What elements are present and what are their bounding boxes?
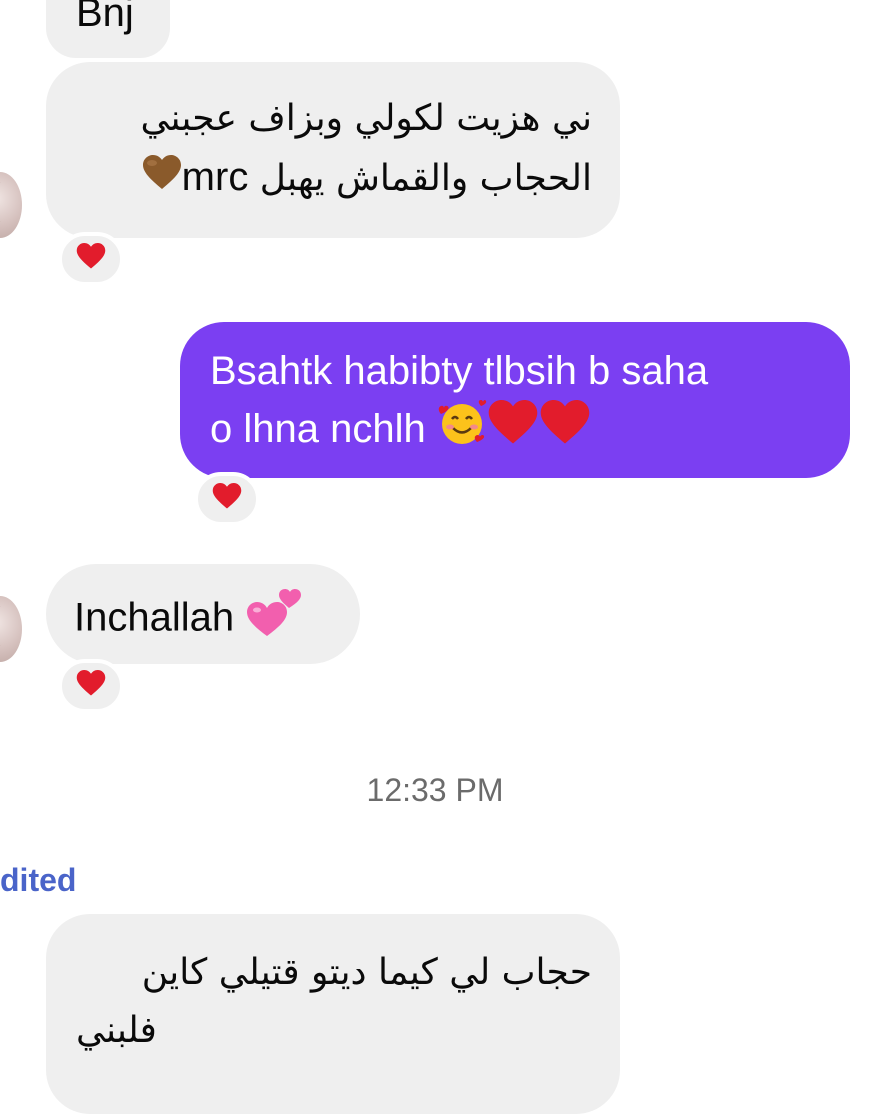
message-bubble-incoming[interactable]: ني هزيت لكولي وبزاف عجبني الحجاب والقماش…	[46, 62, 620, 238]
red-heart-icon	[76, 670, 106, 702]
message-text-line: ني هزيت لكولي وبزاف عجبني	[140, 98, 592, 139]
two-hearts-icon	[245, 586, 303, 654]
message-text: Bnj	[76, 0, 134, 35]
red-heart-icon	[487, 400, 539, 462]
message-text-line: الحجاب والقماش يهبل mrc	[76, 148, 592, 209]
red-heart-icon	[212, 483, 242, 515]
smiling-face-with-hearts-icon	[437, 400, 487, 462]
message-text: الحجاب والقماش يهبل	[259, 158, 592, 199]
edited-label[interactable]: dited	[0, 862, 76, 899]
timestamp-divider: 12:33 PM	[366, 772, 504, 808]
contact-avatar[interactable]	[0, 596, 22, 662]
message-text: Inchallah	[74, 595, 235, 640]
message-bubble-incoming[interactable]: Bnj	[46, 0, 170, 58]
message-text-line: حجاب لي كيما ديتو قتيلي كاين	[141, 952, 592, 993]
red-heart-icon	[539, 400, 591, 462]
reaction-badge[interactable]	[58, 232, 124, 286]
message-bubble-incoming[interactable]: حجاب لي كيما ديتو قتيلي كاين فلبني	[46, 914, 620, 1114]
message-bubble-outgoing[interactable]: Bsahtk habibty tlbsih b saha o lhna nchl…	[180, 322, 850, 478]
message-text-line: Bsahtk habibty tlbsih b saha	[210, 349, 709, 393]
message-text-line: فلبني	[76, 1010, 157, 1051]
message-bubble-incoming[interactable]: Inchallah	[46, 564, 360, 664]
message-text-line: o lhna nchlh	[210, 400, 830, 462]
brown-heart-icon	[142, 151, 182, 209]
reaction-badge[interactable]	[194, 472, 260, 526]
message-text-latin: mrc	[181, 155, 249, 199]
red-heart-icon	[76, 243, 106, 275]
contact-avatar[interactable]	[0, 172, 22, 238]
message-text: o lhna nchlh	[210, 407, 426, 451]
reaction-badge[interactable]	[58, 659, 124, 713]
